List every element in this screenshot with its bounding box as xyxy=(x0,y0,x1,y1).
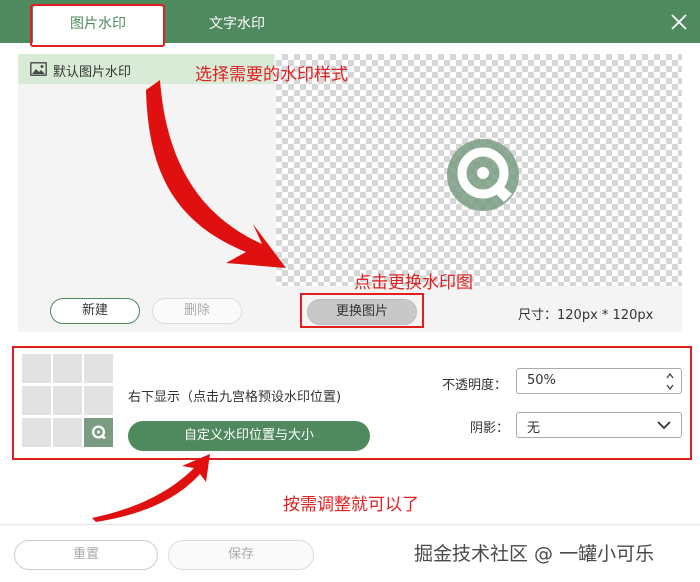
opacity-value: 50% xyxy=(527,373,556,388)
position-label: 右下显示（点击九宫格预设水印位置) xyxy=(128,390,342,405)
annotation-adjust: 按需调整就可以了 xyxy=(283,495,419,515)
chevron-down-icon xyxy=(657,421,671,430)
image-icon xyxy=(30,62,47,76)
shadow-value: 无 xyxy=(527,421,541,436)
grid-cell-bottom-left[interactable] xyxy=(22,418,51,447)
brand-logo-icon xyxy=(447,139,519,211)
new-button[interactable]: 新建 xyxy=(50,298,140,324)
list-item-label: 默认图片水印 xyxy=(53,65,132,80)
custom-position-button[interactable]: 自定义水印位置与大小 xyxy=(128,421,370,451)
annotation-change-image: 点击更换水印图 xyxy=(354,273,473,293)
grid-cell-bottom-center[interactable] xyxy=(53,418,82,447)
annotation-select-style: 选择需要的水印样式 xyxy=(195,65,348,85)
close-icon xyxy=(671,14,687,30)
chevron-up-icon[interactable] xyxy=(665,371,675,381)
chevron-down-icon[interactable] xyxy=(665,382,675,392)
brand-logo-icon xyxy=(91,425,106,440)
grid-cell-top-right[interactable] xyxy=(84,354,113,383)
tab-text-watermark[interactable]: 文字水印 xyxy=(172,6,302,43)
image-size-text: 尺寸：120px * 120px xyxy=(518,308,654,323)
grid-cell-center[interactable] xyxy=(53,386,82,415)
shadow-select[interactable]: 无 xyxy=(516,412,682,438)
close-button[interactable] xyxy=(668,11,690,33)
save-button[interactable]: 保存 xyxy=(168,540,314,570)
grid-cell-top-left[interactable] xyxy=(22,354,51,383)
opacity-label: 不透明度： xyxy=(442,378,508,393)
watermark-list xyxy=(18,54,274,286)
annotation-highlight-tab xyxy=(30,4,165,47)
reset-button[interactable]: 重置 xyxy=(14,540,158,570)
source-watermark: 掘金技术社区 @ 一罐小可乐 xyxy=(414,543,655,565)
grid-cell-top-center[interactable] xyxy=(53,354,82,383)
position-grid xyxy=(22,354,114,448)
opacity-stepper[interactable]: 50% xyxy=(516,368,682,394)
annotation-highlight-change-image xyxy=(300,293,424,328)
shadow-label: 阴影： xyxy=(470,421,510,436)
delete-button[interactable]: 删除 xyxy=(152,298,242,324)
grid-cell-middle-left[interactable] xyxy=(22,386,51,415)
grid-cell-bottom-right[interactable] xyxy=(84,418,113,447)
grid-cell-middle-right[interactable] xyxy=(84,386,113,415)
annotation-arrow-bottom xyxy=(92,454,210,522)
